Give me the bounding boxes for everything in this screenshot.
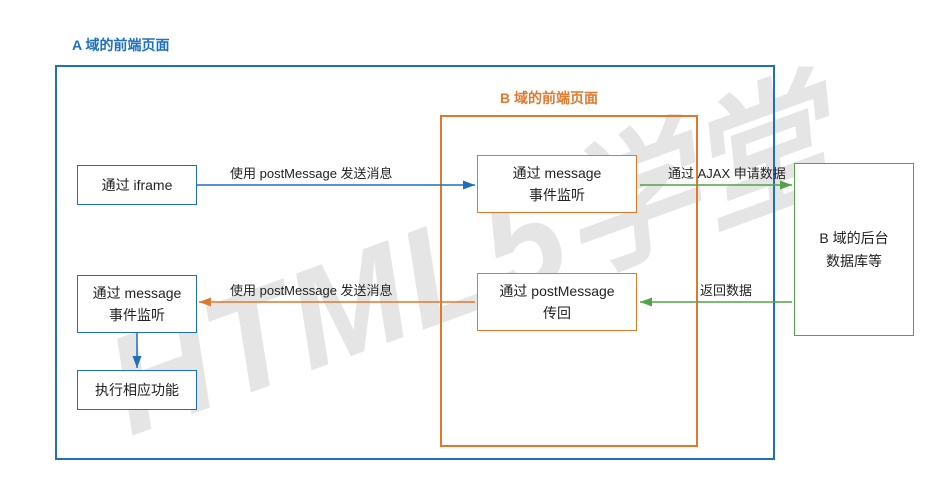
a-message-listen-box: 通过 message 事件监听 — [77, 275, 197, 333]
backend-line1: B 域的后台 — [819, 230, 888, 246]
b-post-back-l1: 通过 postMessage — [499, 283, 614, 299]
label-a-to-b: 使用 postMessage 发送消息 — [230, 163, 393, 182]
b-post-back-l2: 传回 — [543, 305, 571, 321]
b-message-listen-box: 通过 message 事件监听 — [477, 155, 637, 213]
b-message-listen-l2: 事件监听 — [529, 187, 585, 203]
domain-b-backend-box: B 域的后台 数据库等 — [794, 163, 914, 336]
label-b-to-backend: 通过 AJAX 申请数据 — [668, 163, 786, 182]
backend-line2: 数据库等 — [826, 253, 882, 269]
a-exec-box: 执行相应功能 — [77, 370, 197, 410]
domain-b-title: B 域的前端页面 — [500, 88, 598, 108]
domain-a-title: A 域的前端页面 — [72, 35, 169, 55]
b-message-listen-l1: 通过 message — [513, 165, 602, 181]
b-post-back-box: 通过 postMessage 传回 — [477, 273, 637, 331]
a-iframe-box: 通过 iframe — [77, 165, 197, 205]
a-exec-label: 执行相应功能 — [95, 379, 179, 401]
label-backend-to-b: 返回数据 — [700, 280, 752, 299]
label-b-to-a: 使用 postMessage 发送消息 — [230, 280, 393, 299]
a-message-listen-l1: 通过 message — [93, 285, 182, 301]
a-iframe-label: 通过 iframe — [102, 174, 173, 196]
a-message-listen-l2: 事件监听 — [109, 307, 165, 323]
